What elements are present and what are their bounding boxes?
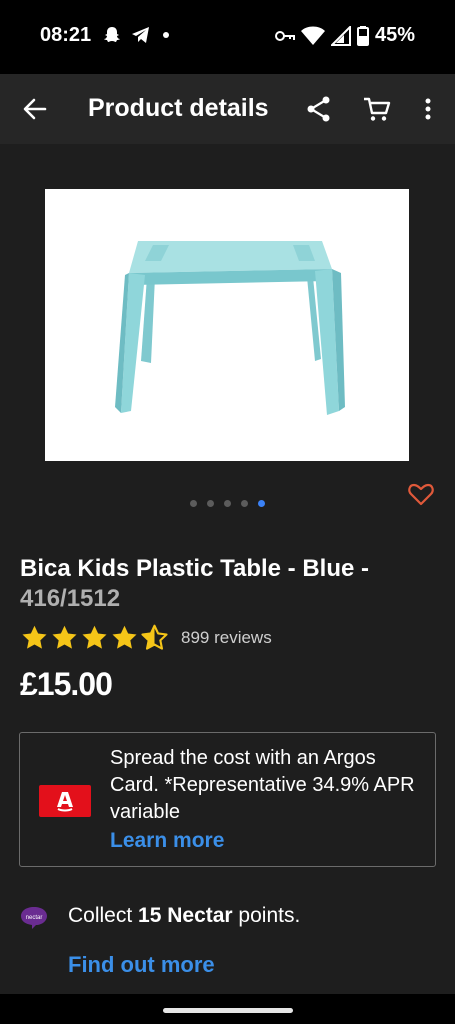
status-time: 08:21 (40, 24, 92, 46)
back-button[interactable] (20, 94, 50, 124)
product-details-content: Bica Kids Plastic Table - Blue - 416/151… (0, 144, 455, 994)
product-price: £15.00 (20, 666, 113, 702)
product-image[interactable] (45, 189, 409, 461)
heart-icon (408, 483, 434, 506)
argos-card-icon (39, 785, 91, 817)
nectar-suffix: points. (232, 904, 301, 927)
carousel-dot-active[interactable] (258, 500, 265, 507)
product-title: Bica Kids Plastic Table - Blue - 416/151… (20, 554, 435, 614)
star-full-icon (52, 625, 77, 649)
dot-icon (163, 32, 169, 38)
find-out-more-link[interactable]: Find out more (68, 952, 215, 978)
star-full-icon (112, 625, 137, 649)
nectar-prefix: Collect (68, 904, 139, 927)
status-bar: 08:21 45% (0, 0, 455, 74)
cart-button[interactable] (362, 94, 392, 124)
battery-icon (356, 25, 369, 46)
product-name: Bica Kids Plastic Table - Blue - (20, 555, 369, 582)
page-title: Product details (88, 94, 269, 122)
telegram-icon (132, 27, 149, 43)
svg-text:nectar: nectar (26, 915, 43, 921)
system-nav-bar (0, 994, 455, 1024)
kids-table-image (115, 241, 345, 415)
battery-percentage: 45% (374, 24, 415, 46)
learn-more-link[interactable]: Learn more (110, 827, 420, 854)
favorite-button[interactable] (407, 480, 435, 508)
share-icon (307, 96, 330, 122)
star-rating (20, 624, 169, 652)
carousel-dot[interactable] (224, 500, 231, 507)
key-icon (274, 30, 295, 41)
finance-text-block: Spread the cost with an Argos Card. *Rep… (110, 745, 420, 854)
carousel-dot[interactable] (190, 500, 197, 507)
finance-promo-card: Spread the cost with an Argos Card. *Rep… (19, 732, 436, 867)
back-arrow-icon (23, 98, 47, 120)
review-count: 899 reviews (181, 628, 272, 647)
app-bar: Product details (0, 74, 455, 144)
star-full-icon (82, 625, 107, 649)
carousel-dot[interactable] (241, 500, 248, 507)
rating-row[interactable]: 899 reviews (20, 624, 272, 652)
wifi-icon (300, 26, 325, 45)
more-vert-icon (425, 98, 431, 120)
signal-icon (330, 25, 351, 46)
carousel-indicator (190, 500, 265, 507)
nectar-points: 15 Nectar (138, 904, 233, 927)
cart-icon (364, 97, 391, 121)
nectar-icon: nectar (21, 907, 47, 929)
product-code: 416/1512 (20, 585, 121, 612)
home-indicator[interactable] (163, 1008, 293, 1013)
nectar-text: Collect 15 Nectar points. (68, 904, 300, 928)
share-button[interactable] (304, 94, 334, 124)
more-options-button[interactable] (418, 94, 438, 124)
star-full-icon (22, 625, 47, 649)
snapchat-icon (104, 27, 120, 42)
carousel-dot[interactable] (207, 500, 214, 507)
star-half-icon (141, 624, 168, 650)
finance-description: Spread the cost with an Argos Card. *Rep… (110, 747, 415, 823)
